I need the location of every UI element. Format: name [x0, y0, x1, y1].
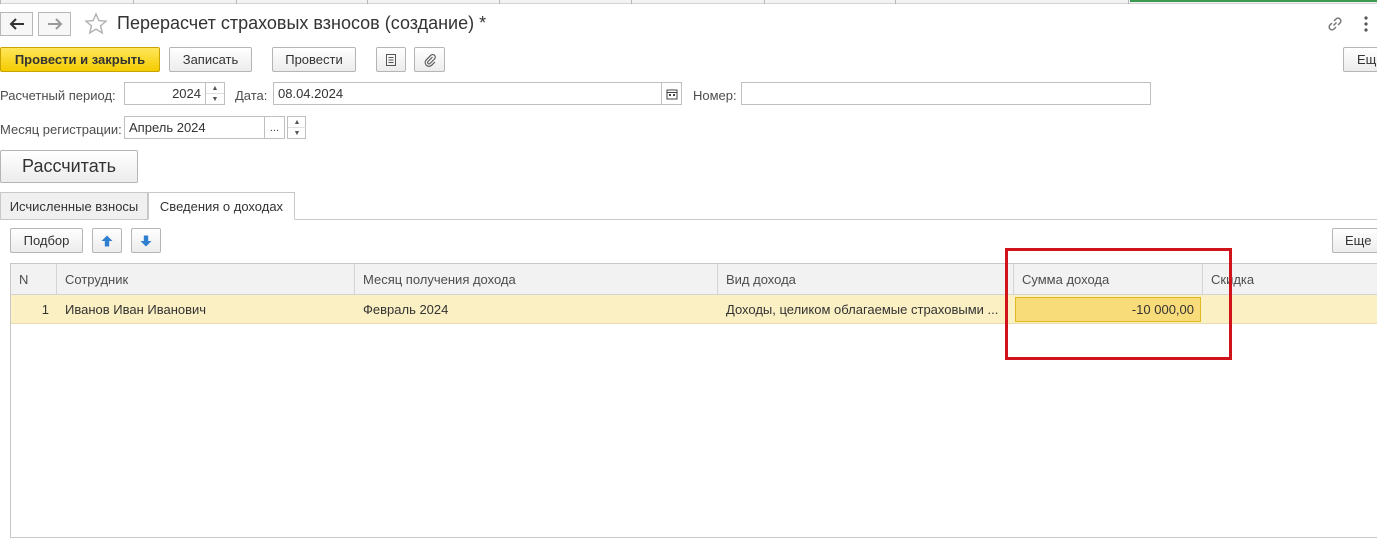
arrow-left-icon — [9, 18, 24, 30]
column-header-n[interactable]: N — [11, 264, 57, 295]
employee-cell[interactable]: Иванов Иван Иванович — [57, 295, 355, 324]
row-number: 1 — [41, 302, 49, 317]
calendar-icon — [666, 89, 677, 99]
column-header-employee[interactable]: Сотрудник — [57, 264, 355, 295]
table-more-button[interactable]: Еще — [1332, 228, 1377, 253]
chevron-down-icon[interactable]: ▼ — [206, 94, 224, 105]
chevron-up-icon[interactable]: ▲ — [206, 83, 224, 94]
save-button[interactable]: Записать — [169, 47, 252, 72]
highlight-frame — [1005, 248, 1232, 360]
reg-month-field[interactable]: Апрель 2024 — [124, 116, 265, 139]
calculate-button[interactable]: Рассчитать — [0, 150, 138, 183]
list-icon — [386, 53, 396, 66]
move-up-button[interactable] — [92, 228, 122, 253]
column-header-month[interactable]: Месяц получения дохода — [355, 264, 718, 295]
arrow-down-icon — [140, 235, 152, 246]
list-button[interactable] — [376, 47, 406, 72]
post-and-close-button[interactable]: Провести и закрыть — [0, 47, 160, 72]
top-tab-strip — [0, 0, 1377, 4]
date-field[interactable]: 08.04.2024 — [273, 82, 662, 105]
chevron-up-icon[interactable]: ▲ — [288, 117, 306, 128]
move-down-button[interactable] — [131, 228, 161, 253]
kebab-menu-icon[interactable] — [1360, 15, 1372, 33]
reg-month-stepper[interactable]: ▲ ▼ — [287, 116, 306, 139]
star-icon[interactable] — [84, 12, 108, 36]
page-title: Перерасчет страховых взносов (создание) … — [117, 13, 487, 33]
tab-income-info[interactable]: Сведения о доходах — [148, 192, 295, 220]
number-field[interactable] — [741, 82, 1151, 105]
column-header-income-type[interactable]: Вид дохода — [718, 264, 1014, 295]
income-type-cell[interactable]: Доходы, целиком облагаемые страховыми ..… — [718, 295, 1008, 324]
select-button[interactable]: ... — [265, 116, 285, 139]
reg-month-label: Месяц регистрации: — [0, 122, 122, 137]
chevron-down-icon[interactable]: ▼ — [288, 128, 306, 139]
period-stepper[interactable]: ▲ ▼ — [206, 82, 225, 105]
pick-button[interactable]: Подбор — [10, 228, 83, 253]
attach-button[interactable] — [414, 47, 445, 72]
link-icon[interactable] — [1326, 15, 1344, 33]
period-label: Расчетный период: — [0, 88, 116, 103]
number-label: Номер: — [693, 88, 737, 103]
more-button[interactable]: Ещ — [1343, 47, 1377, 72]
forward-button[interactable] — [38, 12, 71, 36]
arrow-up-icon — [101, 235, 113, 246]
date-label: Дата: — [235, 88, 268, 103]
back-button[interactable] — [0, 12, 33, 36]
post-button[interactable]: Провести — [272, 47, 356, 72]
paperclip-icon — [424, 53, 436, 67]
tab-calculated-contributions[interactable]: Исчисленные взносы — [0, 192, 148, 220]
month-cell[interactable]: Февраль 2024 — [355, 295, 718, 324]
arrow-right-icon — [47, 18, 62, 30]
period-field[interactable]: 2024 — [124, 82, 206, 105]
calendar-button[interactable] — [662, 82, 682, 105]
